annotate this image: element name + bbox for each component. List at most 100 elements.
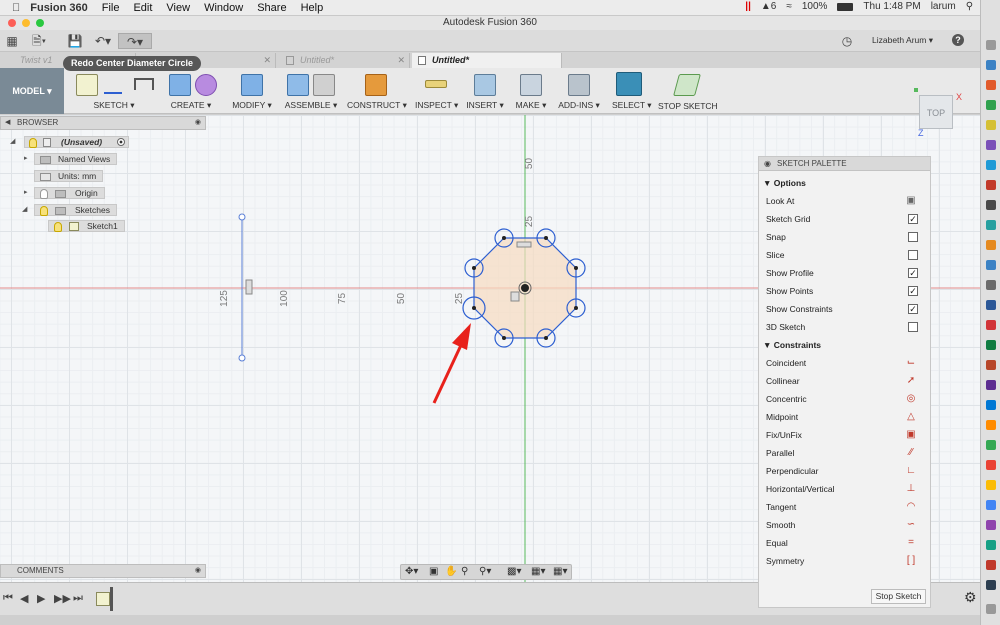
expand-caret-icon[interactable]: ▸ [24,187,32,199]
app-menu[interactable]: Fusion 360 [30,2,87,14]
dock-app-icon[interactable] [986,380,996,390]
job-status-clock-icon[interactable]: ◷ [838,33,856,49]
constraint-horizontal-vertical[interactable]: Horizontal/Vertical ⊥ [766,482,926,496]
view-cube[interactable]: X Z TOP [910,86,970,142]
constraint-concentric[interactable]: Concentric ◎ [766,392,926,406]
viewports-icon[interactable]: ▦▾ [553,566,567,577]
constraint-symmetry[interactable]: Symmetry [ ] [766,554,926,568]
dock-app-icon[interactable] [986,560,996,570]
file-menu-icon[interactable]: 🗎▾ [30,33,48,49]
dock-app-icon[interactable] [986,420,996,430]
insert-image-icon[interactable] [474,74,496,96]
browser-item-named-views[interactable]: ▸ Named Views [0,153,206,165]
dock-app-icon[interactable] [986,340,996,350]
option-sketch-grid[interactable]: Sketch Grid ✓ [766,212,926,226]
constraints-section-header[interactable]: ▼ Constraints [763,340,821,350]
pause-icon[interactable]: || [745,1,751,12]
zoom-icon[interactable]: ⚲ [461,566,468,577]
stop-sketch-button[interactable]: Stop Sketch [871,589,926,604]
undo-icon[interactable]: ↶▾ [94,33,112,49]
menu-view[interactable]: View [166,2,190,14]
display-settings-icon[interactable]: ▩▾ [507,566,521,577]
visibility-bulb-icon[interactable] [29,138,37,148]
browser-item-units[interactable]: Units: mm [0,170,206,182]
dock-app-icon[interactable] [986,580,996,590]
3d-print-icon[interactable] [520,74,542,96]
option-3d-sketch[interactable]: 3D Sketch [766,320,926,334]
dock-app-icon[interactable] [986,540,996,550]
constraint-collinear[interactable]: Collinear ➚ [766,374,926,388]
data-panel-grid-icon[interactable]: ▦ [3,33,21,49]
tab-untitled-2[interactable]: Untitled* ✕ [280,53,410,68]
dock-app-icon[interactable] [986,360,996,370]
tab-untitled-active[interactable]: Untitled* [412,53,562,68]
dock-app-icon[interactable] [986,320,996,330]
menu-help[interactable]: Help [301,2,324,14]
press-pull-icon[interactable] [241,74,263,96]
make-group[interactable]: MAKE ▾ [514,68,548,114]
horizontal-vertical-icon[interactable]: ⊥ [905,483,917,495]
battery-icon[interactable] [837,2,854,11]
grid-settings-icon[interactable]: ▦▾ [531,566,545,577]
perpendicular-icon[interactable]: ∟ [905,465,917,477]
tangent-icon[interactable]: ◠ [905,501,917,513]
equal-icon[interactable]: = [905,537,917,549]
view-cube-face[interactable]: TOP [919,95,953,129]
sketch-grid-checkbox[interactable]: ✓ [908,214,918,224]
option-show-constraints[interactable]: Show Constraints ✓ [766,302,926,316]
option-snap[interactable]: Snap [766,230,926,244]
dimension-icon[interactable] [134,78,154,90]
dock-app-icon[interactable] [986,120,996,130]
user-account-menu[interactable]: Lizabeth Arum ▾ [872,35,933,46]
zoom-window-button[interactable] [36,19,44,27]
visibility-bulb-icon[interactable] [54,222,62,232]
measure-icon[interactable] [425,80,447,88]
select-cursor-icon[interactable] [616,72,642,96]
options-section-header[interactable]: ▼ Options [763,178,806,188]
menu-window[interactable]: Window [204,2,243,14]
symmetry-icon[interactable]: [ ] [905,555,917,567]
select-group[interactable]: SELECT ▾ [612,68,652,114]
assemble-group[interactable]: ASSEMBLE ▾ [283,68,339,114]
dock-app-icon[interactable] [986,520,996,530]
finish-sketch-icon[interactable] [673,74,701,96]
option-show-points[interactable]: Show Points ✓ [766,284,926,298]
inspect-group[interactable]: INSPECT ▾ [415,68,458,114]
dock-app-icon[interactable] [986,300,996,310]
dock-app-icon[interactable] [986,240,996,250]
browser-item-sketches[interactable]: ◢ Sketches [0,204,206,216]
visibility-bulb-icon[interactable] [40,206,48,216]
minimize-window-button[interactable] [22,19,30,27]
option-slice[interactable]: Slice [766,248,926,262]
scripts-icon[interactable] [568,74,590,96]
expand-caret-icon[interactable]: ▸ [24,153,32,165]
battery-percent[interactable]: 100% [802,1,828,12]
create-sketch-icon[interactable] [76,74,98,96]
dock-app-icon[interactable] [986,80,996,90]
collapse-panel-icon[interactable]: ◀ [5,117,10,129]
scroll-down-icon[interactable] [986,604,996,614]
constraint-smooth[interactable]: Smooth ∽ [766,518,926,532]
palette-pin-icon[interactable]: ◉ [764,157,771,171]
browser-root[interactable]: ◢ (Unsaved) [0,136,206,148]
close-window-button[interactable] [8,19,16,27]
3d-sketch-checkbox[interactable] [908,322,918,332]
apple-icon[interactable]:  [12,2,20,14]
add-ins-group[interactable]: ADD-INS ▾ [556,68,602,114]
step-back-icon[interactable]: ◀ [20,592,28,605]
browser-panel-header[interactable]: ◀ BROWSER ◉ [0,116,206,130]
pan-icon[interactable]: ✋ [445,566,457,577]
look-at-icon[interactable]: ▣ [429,566,438,577]
orbit-icon[interactable]: ✥▾ [405,566,418,577]
show-profile-checkbox[interactable]: ✓ [908,268,918,278]
dock-app-icon[interactable] [986,460,996,470]
constraint-midpoint[interactable]: Midpoint △ [766,410,926,424]
wifi-icon[interactable]: ≈ [786,1,792,12]
panel-pin-icon[interactable]: ◉ [195,117,201,129]
collinear-icon[interactable]: ➚ [905,375,917,387]
stop-sketch-group[interactable]: STOP SKETCH [658,68,718,114]
dock-app-icon[interactable] [986,100,996,110]
joint-icon[interactable] [313,74,335,96]
create-group[interactable]: CREATE ▾ [165,68,217,114]
dock-app-icon[interactable] [986,180,996,190]
